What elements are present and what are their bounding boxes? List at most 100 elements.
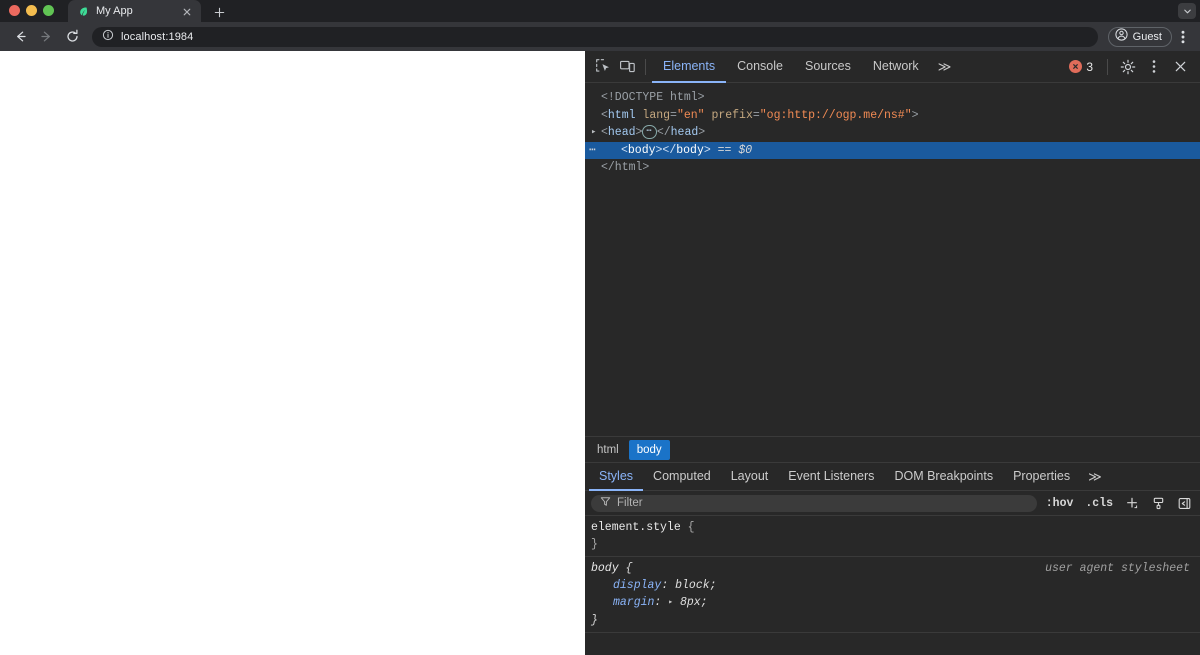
breadcrumb: html body [585,436,1200,462]
styles-filter-row: Filter :hov .cls [585,491,1200,516]
breadcrumb-item-html[interactable]: html [589,440,627,460]
devtools-tabs: Elements Console Sources Network ≫ [652,51,959,83]
attr-value-lang[interactable]: "en" [677,109,705,122]
css-rule-element-style[interactable]: element.style { } [585,516,1200,556]
reload-icon[interactable] [60,25,84,49]
browser-toolbar: localhost:1984 Guest [0,22,1200,51]
html-close-text: </html> [601,161,650,174]
tab-layout[interactable]: Layout [721,462,779,491]
styles-tabs-overflow-icon[interactable]: ≫ [1080,469,1110,485]
node-menu-icon[interactable]: ⋯ [589,142,597,160]
css-property-name[interactable]: display [613,579,661,592]
stylesheet-origin: user agent stylesheet [1045,562,1190,575]
styles-pane: Styles Computed Layout Event Listeners D… [585,462,1200,655]
tab-search-button[interactable] [1178,3,1196,19]
tag-name-body-close: body [676,143,704,157]
css-declaration-display[interactable]: display: block; [591,577,1200,594]
tab-console[interactable]: Console [726,51,794,83]
dom-row-html[interactable]: <html lang="en" prefix="og:http://ogp.me… [585,107,1200,125]
style-pane-icon[interactable] [1148,493,1168,513]
error-count: 3 [1086,59,1093,74]
css-property-value[interactable]: 8px; [680,596,708,609]
back-arrow-icon[interactable] [8,25,32,49]
expand-triangle-icon[interactable]: ▸ [668,594,673,611]
css-property-value[interactable]: block; [675,579,716,592]
selector-element-style[interactable]: element.style [591,521,681,534]
info-circle-icon[interactable] [102,28,114,46]
forward-arrow-icon[interactable] [34,25,58,49]
address-bar[interactable]: localhost:1984 [92,26,1098,47]
browser-window: My App localhost:1984 Guest Elements Con… [0,0,1200,655]
tab-dom-breakpoints[interactable]: DOM Breakpoints [884,462,1003,491]
css-rule-body[interactable]: user agent stylesheet body { display: bl… [585,556,1200,633]
close-brace: } [591,614,598,627]
tab-styles[interactable]: Styles [589,462,644,491]
browser-tab[interactable]: My App [68,0,201,22]
device-toolbar-icon[interactable] [615,55,639,79]
dom-row-body[interactable]: ⋯ <body></body> == $0 [585,141,1200,160]
kebab-menu-icon[interactable] [1142,55,1166,79]
tab-title: My App [96,5,133,17]
styles-pane-tabs: Styles Computed Layout Event Listeners D… [585,462,1200,491]
toolbar-divider [645,58,646,75]
inspect-element-icon[interactable] [591,55,615,79]
attr-value-prefix[interactable]: "og:http://ogp.me/ns#" [760,109,912,122]
selector-body[interactable]: body [591,562,619,575]
devtools-toolbar: Elements Console Sources Network ≫ 3 [585,51,1200,83]
devtools-panel: Elements Console Sources Network ≫ 3 <!D… [585,51,1200,655]
filter-input[interactable]: Filter [591,494,1037,512]
tabs-overflow-icon[interactable]: ≫ [930,59,960,75]
dom-row-doctype[interactable]: <!DOCTYPE html> [585,89,1200,107]
attr-name-prefix[interactable]: prefix [711,109,752,122]
close-brace: } [591,538,598,551]
tab-properties[interactable]: Properties [1003,462,1080,491]
error-circle-icon [1069,60,1083,73]
close-icon[interactable] [181,5,193,17]
expand-triangle-icon[interactable]: ▸ [591,124,601,142]
maximize-window-button[interactable] [43,5,54,16]
cls-toggle-button[interactable]: .cls [1082,497,1116,510]
tab-network[interactable]: Network [862,51,930,83]
plus-icon[interactable] [1122,493,1142,513]
dom-row-head[interactable]: ▸ <head> ⋯ </head> [585,124,1200,142]
new-tab-button[interactable] [208,3,230,21]
toolbar-divider-2 [1107,58,1108,75]
hov-toggle-button[interactable]: :hov [1043,497,1077,510]
profile-button[interactable]: Guest [1107,26,1172,47]
dom-row-html-close[interactable]: </html> [585,159,1200,177]
selected-node-ref: == $0 [717,143,753,157]
doctype-text: <!DOCTYPE html> [601,91,705,104]
tab-event-listeners[interactable]: Event Listeners [778,462,884,491]
open-brace: { [687,521,695,534]
collapsed-children-icon[interactable]: ⋯ [642,125,657,139]
close-icon[interactable] [1168,55,1192,79]
tag-name-html: html [607,108,636,122]
dom-tree[interactable]: <!DOCTYPE html> <html lang="en" prefix="… [585,83,1200,436]
leaf-icon [78,6,89,17]
css-property-name[interactable]: margin [613,596,654,609]
minimize-window-button[interactable] [26,5,37,16]
gear-icon[interactable] [1116,55,1140,79]
close-window-button[interactable] [9,5,20,16]
css-empty-area [585,633,1200,655]
filter-placeholder: Filter [617,497,643,509]
open-brace: { [625,562,633,575]
page-viewport[interactable] [0,51,585,655]
panel-toggle-icon[interactable] [1174,493,1194,513]
tab-sources[interactable]: Sources [794,51,862,83]
tag-name-body: body [627,143,656,157]
error-badge[interactable]: 3 [1063,60,1099,74]
url-text: localhost:1984 [121,30,194,43]
tag-name-head: head [607,126,636,139]
breadcrumb-item-body[interactable]: body [628,439,670,460]
profile-label: Guest [1132,30,1162,43]
tab-computed[interactable]: Computed [643,462,721,491]
kebab-menu-icon[interactable] [1174,25,1192,49]
person-circle-icon [1115,27,1128,46]
css-rules: element.style { } user agent stylesheet … [585,516,1200,655]
tab-elements[interactable]: Elements [652,51,727,83]
css-declaration-margin[interactable]: margin: ▸ 8px; [591,594,1200,612]
attr-name-lang[interactable]: lang [642,109,670,122]
tab-strip: My App [0,0,1200,22]
tag-name-head-close: head [670,126,699,139]
